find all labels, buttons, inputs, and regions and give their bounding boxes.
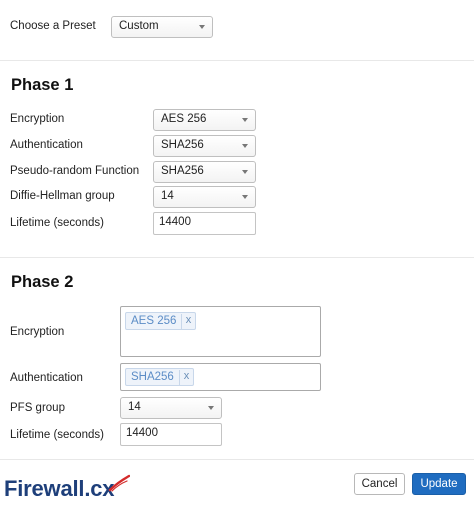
- phase2-pfs-group-select[interactable]: 14: [120, 397, 222, 419]
- phase2-encryption-label: Encryption: [10, 326, 65, 338]
- phase1-dh-group-value: 14: [161, 190, 174, 202]
- chevron-down-icon: [242, 170, 248, 174]
- phase2-authentication-tag: SHA256 x: [125, 368, 194, 386]
- chevron-down-icon: [242, 195, 248, 199]
- phase2-encryption-tag-label: AES 256: [131, 315, 177, 327]
- phase1-prf-select[interactable]: SHA256: [153, 161, 256, 183]
- phase2-encryption-tag: AES 256 x: [125, 312, 196, 330]
- phase1-encryption-select[interactable]: AES 256: [153, 109, 256, 131]
- phase1-encryption-value: AES 256: [161, 113, 207, 125]
- phase1-lifetime-label: Lifetime (seconds): [10, 217, 104, 229]
- section-divider: [0, 60, 474, 61]
- phase2-authentication-tag-label: SHA256: [131, 371, 174, 383]
- phase2-lifetime-label: Lifetime (seconds): [10, 429, 104, 441]
- chevron-down-icon: [199, 25, 205, 29]
- chevron-down-icon: [208, 406, 214, 410]
- phase1-encryption-label: Encryption: [10, 113, 65, 125]
- phase2-encryption-multiselect[interactable]: AES 256 x: [120, 306, 321, 357]
- cancel-button[interactable]: Cancel: [354, 473, 405, 495]
- phase2-pfs-group-label: PFS group: [10, 402, 65, 414]
- phase1-authentication-value: SHA256: [161, 139, 204, 151]
- logo-text: Firewall.cx: [4, 476, 115, 501]
- section-divider: [0, 257, 474, 258]
- phase1-lifetime-input[interactable]: 14400: [153, 212, 256, 235]
- phase2-authentication-label: Authentication: [10, 372, 83, 384]
- chevron-down-icon: [242, 118, 248, 122]
- update-button[interactable]: Update: [412, 473, 466, 495]
- firewall-cx-logo: Firewall.cx: [4, 474, 130, 502]
- phase2-title: Phase 2: [11, 273, 74, 291]
- phase1-dh-group-select[interactable]: 14: [153, 186, 256, 208]
- footer-divider: [0, 459, 474, 460]
- phase2-lifetime-input[interactable]: 14400: [120, 423, 222, 446]
- preset-select-value: Custom: [119, 20, 159, 32]
- preset-select[interactable]: Custom: [111, 16, 213, 38]
- logo-swoosh-icon: [108, 474, 130, 492]
- phase2-authentication-multiselect[interactable]: SHA256 x: [120, 363, 321, 391]
- remove-tag-icon[interactable]: x: [179, 370, 193, 385]
- phase1-prf-value: SHA256: [161, 165, 204, 177]
- phase1-dh-group-label: Diffie-Hellman group: [10, 190, 115, 202]
- phase1-authentication-label: Authentication: [10, 139, 83, 151]
- phase1-prf-label: Pseudo-random Function: [10, 165, 140, 177]
- chevron-down-icon: [242, 144, 248, 148]
- remove-tag-icon[interactable]: x: [181, 314, 195, 329]
- phase2-pfs-group-value: 14: [128, 401, 141, 413]
- phase1-title: Phase 1: [11, 76, 74, 94]
- preset-label: Choose a Preset: [10, 20, 96, 32]
- phase1-authentication-select[interactable]: SHA256: [153, 135, 256, 157]
